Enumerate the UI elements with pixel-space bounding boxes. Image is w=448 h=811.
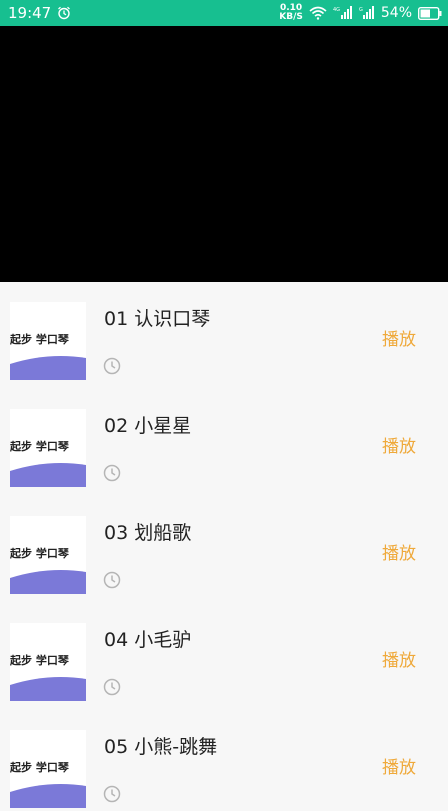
- status-right: 0.10 KB/S 4G G 54%: [279, 4, 442, 22]
- thumbnail-wave: [10, 784, 86, 808]
- lesson-title: 04 小毛驴: [104, 629, 192, 651]
- clock-icon: [103, 357, 121, 375]
- thumbnail-wave: [10, 570, 86, 594]
- net-speed-unit: KB/S: [279, 12, 303, 22]
- status-time: 19:47: [8, 4, 52, 22]
- video-player[interactable]: [0, 26, 448, 282]
- net-speed: 0.10 KB/S: [279, 4, 303, 22]
- lesson-list: 起步 学口琴 01 认识口琴 播放 起步 学口琴 02 小星星 播放 起步 学口…: [0, 282, 448, 811]
- thumbnail-text: 起步 学口琴: [10, 654, 69, 667]
- play-button[interactable]: 播放: [382, 646, 416, 671]
- battery-icon: [418, 6, 442, 20]
- lesson-item-4[interactable]: 起步 学口琴 04 小毛驴 播放: [0, 603, 448, 710]
- lesson-item-3[interactable]: 起步 学口琴 03 划船歌 播放: [0, 496, 448, 603]
- lesson-thumbnail: 起步 学口琴: [10, 409, 86, 487]
- thumbnail-text: 起步 学口琴: [10, 761, 69, 774]
- thumbnail-text: 起步 学口琴: [10, 333, 69, 346]
- clock-icon: [103, 571, 121, 589]
- network-type-label: 4G: [333, 7, 340, 13]
- thumbnail-wave: [10, 463, 86, 487]
- alarm-icon: [57, 6, 71, 20]
- lesson-item-1[interactable]: 起步 学口琴 01 认识口琴 播放: [0, 282, 448, 389]
- clock-icon: [103, 785, 121, 803]
- clock-icon: [103, 678, 121, 696]
- wifi-icon: [309, 6, 327, 20]
- battery-percent: 54%: [380, 5, 412, 21]
- clock-icon: [103, 464, 121, 482]
- thumbnail-wave: [10, 356, 86, 380]
- signal-icon: 4G: [333, 6, 353, 20]
- signal-icon-2: G: [359, 6, 375, 20]
- play-button[interactable]: 播放: [382, 325, 416, 350]
- lesson-thumbnail: 起步 学口琴: [10, 623, 86, 701]
- lesson-thumbnail: 起步 学口琴: [10, 302, 86, 380]
- lesson-title: 03 划船歌: [104, 522, 192, 544]
- thumbnail-text: 起步 学口琴: [10, 547, 69, 560]
- play-button[interactable]: 播放: [382, 432, 416, 457]
- thumbnail-wave: [10, 677, 86, 701]
- lesson-title: 02 小星星: [104, 415, 192, 437]
- play-button[interactable]: 播放: [382, 753, 416, 778]
- lesson-item-5[interactable]: 起步 学口琴 05 小熊-跳舞 播放: [0, 710, 448, 811]
- lesson-title: 05 小熊-跳舞: [104, 736, 218, 758]
- svg-text:G: G: [359, 7, 363, 13]
- status-bar: 19:47 0.10 KB/S 4G G 54%: [0, 0, 448, 26]
- thumbnail-text: 起步 学口琴: [10, 440, 69, 453]
- lesson-title: 01 认识口琴: [104, 308, 211, 330]
- play-button[interactable]: 播放: [382, 539, 416, 564]
- status-left: 19:47: [8, 4, 71, 22]
- lesson-thumbnail: 起步 学口琴: [10, 516, 86, 594]
- lesson-thumbnail: 起步 学口琴: [10, 730, 86, 808]
- lesson-item-2[interactable]: 起步 学口琴 02 小星星 播放: [0, 389, 448, 496]
